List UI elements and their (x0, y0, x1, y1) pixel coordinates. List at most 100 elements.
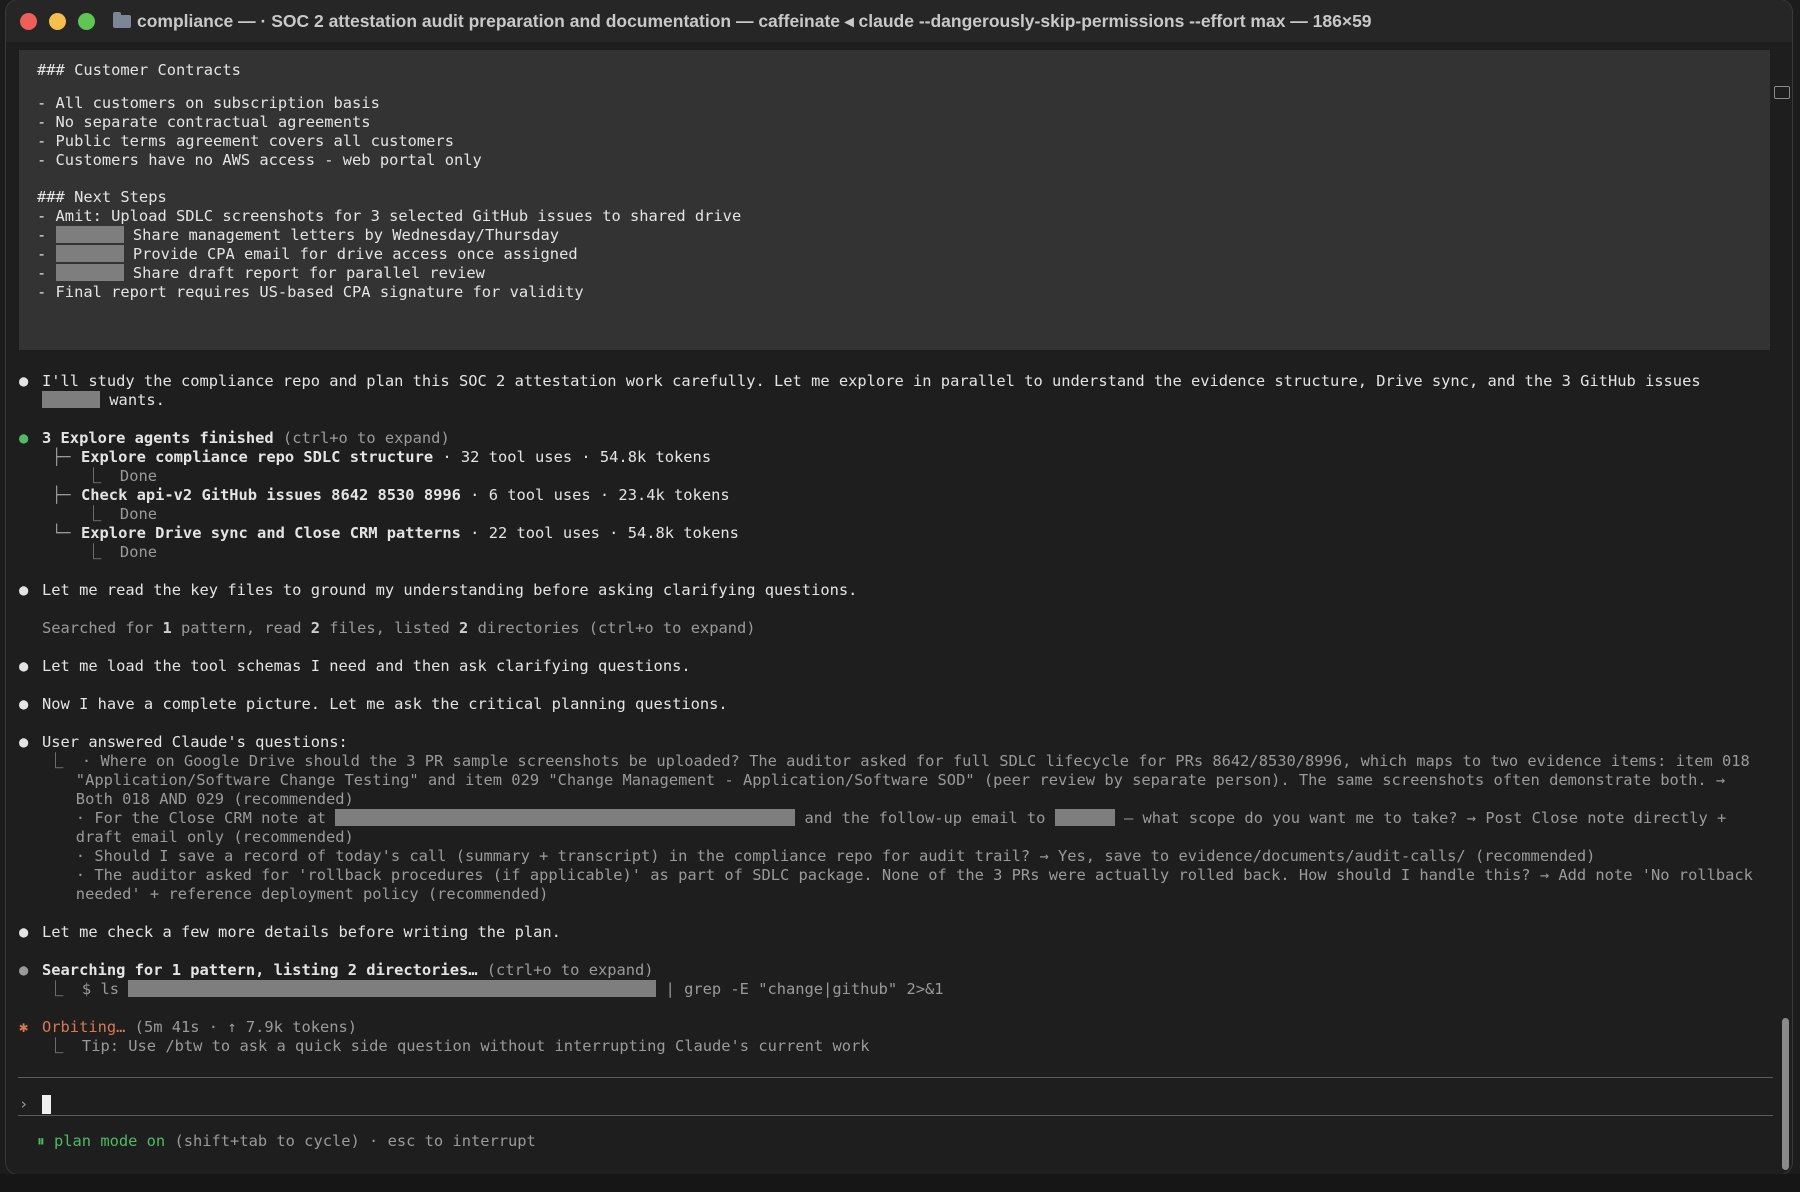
tip-line: ⎿ Tip: Use /btw to ask a quick side ques… (48, 1037, 870, 1055)
next-step-text: Share management letters by Wednesday/Th… (132, 226, 560, 244)
qa-text: — what scope do you want me to take? → P… (1114, 809, 1727, 827)
agent-name: Check api-v2 GitHub issues 8642 8530 899… (81, 486, 461, 504)
agents-summary[interactable]: 3 Explore agents finished (ctrl+o to exp… (42, 429, 450, 448)
check-more-message: Let me check a few more details before w… (42, 923, 561, 941)
desktop-background (0, 1174, 1800, 1192)
prompt-input[interactable] (42, 1095, 51, 1114)
searching-status[interactable]: Searching for 1 pattern, listing 2 direc… (42, 961, 654, 980)
searched-text: Searched for (42, 619, 163, 637)
qa-line: "Application/Software Change Testing" an… (48, 771, 1726, 789)
qa-line: · Should I save a record of today's call… (48, 847, 1596, 865)
agent-status: ⎿ Done (86, 543, 157, 561)
expand-hint: (ctrl+o to expand) (477, 961, 654, 979)
user-answered-heading: User answered Claude's questions: (42, 733, 348, 751)
split-pane-icon[interactable] (1774, 86, 1790, 99)
searched-summary[interactable]: Searched for 1 pattern, read 2 files, li… (42, 619, 756, 638)
dash: - (37, 264, 47, 282)
tree-branch: └─ (52, 524, 80, 542)
redacted-url (335, 809, 796, 826)
agents-summary-label: 3 Explore agents finished (42, 429, 274, 447)
message-bullet: ● (19, 923, 29, 941)
agent-name: Explore compliance repo SDLC structure (81, 448, 434, 466)
next-step-item: - Share draft report for parallel review (37, 264, 485, 283)
message-bullet: ● (19, 733, 29, 751)
close-window-button[interactable] (20, 12, 37, 30)
progress-bullet: ● (19, 961, 29, 979)
zoom-window-button[interactable] (78, 12, 95, 30)
contract-item: - Customers have no AWS access - web por… (37, 151, 482, 169)
expand-hint: (ctrl+o to expand) (273, 429, 450, 447)
qa-line: Both 018 AND 029 (recommended) (48, 790, 354, 808)
redacted-name (55, 264, 124, 281)
study-message: I'll study the compliance repo and plan … (42, 372, 1701, 390)
message-bullet: ● (19, 581, 29, 599)
qa-line: ⎿ · Where on Google Drive should the 3 P… (48, 752, 1750, 770)
scrollbar[interactable] (1774, 42, 1792, 1174)
pause-icon: ⏸ (37, 1132, 45, 1150)
next-step-item: - Amit: Upload SDLC screenshots for 3 se… (37, 207, 742, 225)
status-line: ⏸ plan mode on (shift+tab to cycle) · es… (37, 1132, 536, 1151)
agent-stats: · 6 tool uses · 23.4k tokens (460, 486, 730, 504)
complete-picture-message: Now I have a complete picture. Let me as… (42, 695, 728, 713)
next-step-item: - Provide CPA email for drive access onc… (37, 245, 578, 264)
study-message-end: wants. (109, 391, 165, 409)
qa-text: and the follow-up email to (795, 809, 1055, 827)
message-bullet: ● (19, 372, 29, 390)
plan-mode-indicator[interactable]: plan mode on (54, 1132, 165, 1150)
text-cursor (42, 1095, 51, 1114)
prompt-bottom-divider (18, 1115, 1773, 1116)
qa-line: · For the Close CRM note at and the foll… (48, 809, 1726, 828)
dash: - (37, 245, 47, 263)
searched-text: pattern, read (171, 619, 311, 637)
qa-text: · For the Close CRM note at (48, 809, 336, 827)
scrollbar-thumb[interactable] (1782, 1018, 1789, 1170)
ls-command: ⎿ $ ls | grep -E "change|github" 2>&1 (48, 980, 944, 999)
redacted-name (55, 245, 124, 262)
count: 2 (459, 619, 469, 637)
terminal-window: compliance — · SOC 2 attestation audit p… (6, 0, 1792, 1174)
spinner-icon: ✱ (19, 1018, 29, 1036)
qa-line: · The auditor asked for 'rollback proced… (48, 866, 1753, 884)
searched-text: files, listed (320, 619, 460, 637)
agents-status-bullet: ● (19, 429, 29, 447)
redacted-path (128, 980, 657, 997)
command-text: | grep -E "change|github" 2>&1 (656, 980, 944, 998)
agent-stats: · 32 tool uses · 54.8k tokens (433, 448, 712, 466)
searching-label: Searching for 1 pattern, listing 2 direc… (42, 961, 478, 979)
read-keys-message: Let me read the key files to ground my u… (42, 581, 858, 599)
dash: - (37, 226, 47, 244)
redacted-name (42, 391, 100, 408)
window-title: compliance — · SOC 2 attestation audit p… (137, 10, 1372, 31)
count: 2 (310, 619, 321, 637)
command-text: ⎿ $ ls (48, 980, 129, 998)
message-bullet: ● (19, 657, 29, 675)
prompt-caret: › (19, 1095, 29, 1113)
agent-stats: · 22 tool uses · 54.8k tokens (460, 524, 739, 542)
title-bar: compliance — · SOC 2 attestation audit p… (6, 0, 1792, 42)
next-steps-heading: ### Next Steps (37, 188, 167, 206)
terminal-content[interactable]: ### Customer Contracts - All customers o… (6, 42, 1792, 1174)
agent-row: Explore Drive sync and Close CRM pattern… (81, 524, 739, 543)
next-step-item: - Final report requires US-based CPA sig… (37, 283, 584, 301)
agent-status: ⎿ Done (86, 467, 157, 485)
qa-line: draft email only (recommended) (48, 828, 354, 846)
prompt-top-divider (18, 1077, 1773, 1078)
folder-icon (113, 11, 131, 28)
contract-item: - All customers on subscription basis (37, 94, 380, 112)
contract-item: - Public terms agreement covers all cust… (37, 132, 454, 150)
next-step-text: Provide CPA email for drive access once … (132, 245, 578, 263)
redacted-name (55, 226, 124, 243)
orbiting-label: Orbiting… (42, 1018, 126, 1036)
agent-name: Explore Drive sync and Close CRM pattern… (81, 524, 461, 542)
orbiting-stats: (5m 41s · ↑ 7.9k tokens) (125, 1018, 358, 1036)
agent-row: Explore compliance repo SDLC structure ·… (81, 448, 711, 467)
contract-item: - No separate contractual agreements (37, 113, 371, 131)
qa-line: needed' + reference deployment policy (r… (48, 885, 549, 903)
minimize-window-button[interactable] (49, 12, 66, 30)
agent-row: Check api-v2 GitHub issues 8642 8530 899… (81, 486, 730, 505)
agent-status: ⎿ Done (86, 505, 157, 523)
next-step-text: Share draft report for parallel review (132, 264, 485, 282)
message-bullet: ● (19, 695, 29, 713)
tree-branch: ├─ (52, 486, 80, 504)
searched-text: directories (ctrl+o to expand) (468, 619, 756, 637)
